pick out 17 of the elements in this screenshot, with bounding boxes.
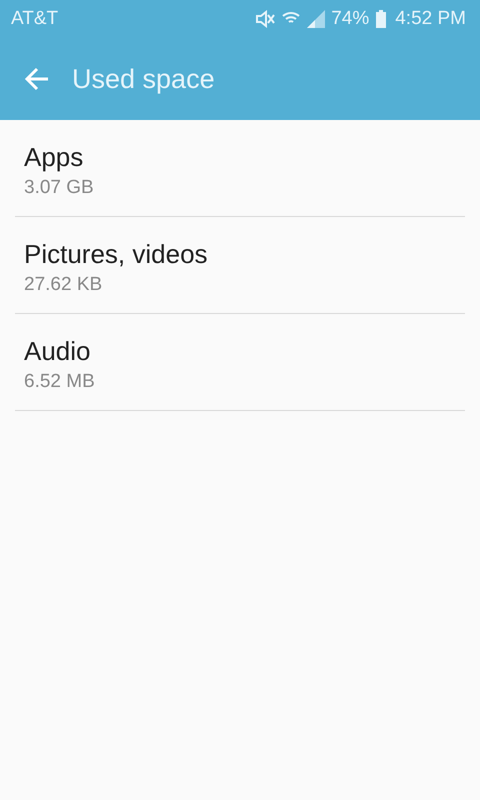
item-size: 27.62 KB — [24, 274, 104, 296]
list-item[interactable]: Pictures, videos 27.62 KB — [15, 217, 465, 314]
list-item[interactable]: Audio 6.52 MB — [15, 314, 465, 411]
item-title: Apps — [24, 142, 84, 173]
clock: 4:52 PM — [395, 8, 466, 30]
item-title: Audio — [24, 336, 92, 367]
carrier-name: AT&T — [11, 8, 58, 30]
signal-icon — [307, 10, 326, 28]
mute-icon — [255, 10, 276, 28]
battery-percent: 74% — [331, 8, 370, 30]
list-item[interactable]: Apps 3.07 GB — [15, 120, 465, 217]
back-arrow-icon[interactable] — [24, 67, 50, 91]
item-size: 3.07 GB — [24, 177, 95, 199]
item-size: 6.52 MB — [24, 371, 96, 393]
item-title: Pictures, videos — [24, 239, 209, 270]
battery-icon — [375, 10, 388, 28]
screen-title: Used space — [72, 64, 215, 94]
